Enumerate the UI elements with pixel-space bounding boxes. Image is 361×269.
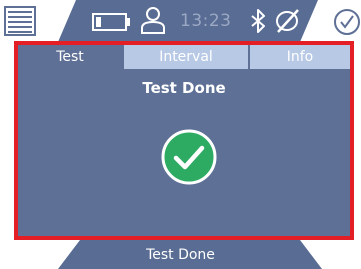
tab-test[interactable]: Test (18, 45, 122, 69)
menu-icon (4, 6, 36, 36)
gps-off-icon (276, 9, 299, 33)
confirm-button[interactable] (330, 6, 360, 38)
panel-title: Test Done (142, 79, 226, 97)
success-check-icon (161, 129, 217, 185)
battery-icon (92, 13, 130, 31)
footer-status-label: Test Done (146, 247, 215, 263)
user-icon (141, 7, 165, 34)
tab-interval[interactable]: Interval (122, 45, 248, 69)
clock-time: 13:23 (180, 11, 232, 31)
tab-info[interactable]: Info (248, 45, 350, 69)
tab-bar: Test Interval Info (18, 45, 350, 69)
test-panel: Test Interval Info Test Done (14, 41, 354, 240)
checkmark-icon (334, 9, 360, 35)
bluetooth-icon (251, 9, 265, 33)
status-bar: 13:23 (0, 0, 361, 42)
menu-button[interactable] (4, 6, 36, 36)
